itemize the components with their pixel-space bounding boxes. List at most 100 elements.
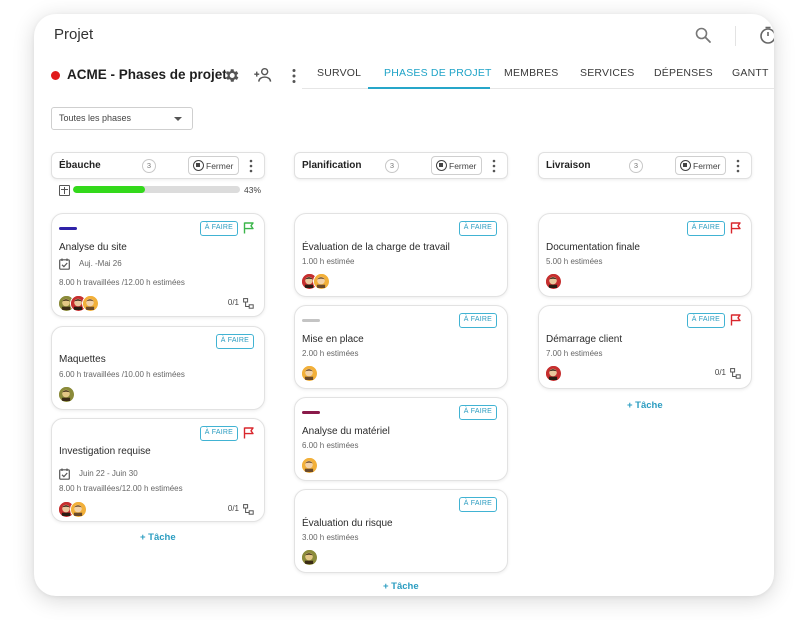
flag-icon[interactable] (730, 314, 741, 326)
task-hours: 6.00 h estimées (302, 441, 359, 450)
calendar-check-icon (59, 258, 70, 270)
task-title[interactable]: Maquettes (59, 354, 106, 365)
close-phase-label: Fermer (206, 161, 234, 171)
task-card[interactable]: À FAIRE Mise en place 2.00 h estimées (294, 305, 508, 389)
task-hours: 6.00 h travaillées /10.00 h estimées (59, 370, 185, 379)
task-card[interactable]: À FAIRE Analyse du matériel 6.00 h estimée… (294, 397, 508, 481)
tab-services[interactable]: SERVICES (580, 67, 635, 79)
tab-depenses[interactable]: DÉPENSES (654, 67, 713, 79)
assignee-avatar[interactable] (545, 365, 562, 382)
flag-icon[interactable] (243, 427, 254, 439)
phase-name: Livraison (546, 160, 591, 171)
close-phase-button[interactable]: Fermer (431, 156, 482, 175)
assignee-avatar[interactable] (301, 549, 318, 566)
task-card[interactable]: À FAIRE Documentation finale 5.00 h estimé… (538, 213, 752, 297)
phase-name: Ébauche (59, 160, 101, 171)
avatar-face-icon (546, 366, 560, 380)
avatar-face-icon (314, 274, 328, 288)
project-status-dot (51, 71, 60, 80)
more-vert-icon[interactable] (735, 159, 741, 173)
active-tab-indicator (368, 87, 490, 89)
task-color-stripe (302, 411, 320, 414)
task-hours: 8.00 h travaillées /12.00 h estimées (59, 278, 185, 287)
add-member-icon[interactable] (253, 66, 273, 84)
avatar-face-icon (83, 296, 97, 310)
assignee-avatar[interactable] (313, 273, 330, 290)
status-badge[interactable]: À FAIRE (199, 221, 238, 236)
close-phase-label: Fermer (449, 161, 477, 171)
more-vert-icon[interactable] (288, 68, 300, 84)
task-hours: 7.00 h estimées (546, 349, 603, 358)
task-card[interactable]: À FAIRE Investigation requise Juin 22 - Ju… (51, 418, 265, 522)
task-hours: 2.00 h estimées (302, 349, 359, 358)
phase-progress-bar (73, 186, 240, 193)
task-card[interactable]: À FAIRE Démarrage client 7.00 h estimées 0/… (538, 305, 752, 389)
task-title[interactable]: Analyse du site (59, 242, 127, 253)
close-phase-label: Fermer (693, 161, 721, 171)
task-card[interactable]: À FAIRE Évaluation de la charge de travai… (294, 213, 508, 297)
toolbar-divider (735, 26, 736, 46)
subtask-tree-icon (243, 504, 254, 515)
task-hours: 1.00 h estimée (302, 257, 355, 266)
close-phase-button[interactable]: Fermer (188, 156, 239, 175)
status-badge[interactable]: À FAIRE (199, 426, 238, 441)
status-badge[interactable]: À FAIRE (215, 334, 254, 349)
more-vert-icon[interactable] (248, 159, 254, 173)
task-color-stripe (59, 227, 77, 230)
add-task-button[interactable]: + Tâche (383, 581, 419, 592)
stop-icon (436, 160, 447, 171)
assignee-avatar[interactable] (301, 365, 318, 382)
avatar-face-icon (59, 387, 73, 401)
tab-phases-de-projet[interactable]: PHASES DE PROJET (384, 67, 492, 79)
app-window: Projet ACME - Phases de projet SURVOL PH… (34, 14, 774, 596)
subtask-count: 0/1 (714, 368, 726, 377)
task-hours: 8.00 h travaillées/12.00 h estimées (59, 484, 183, 493)
tab-membres[interactable]: MEMBRES (504, 67, 559, 79)
task-color-stripe (302, 319, 320, 322)
timer-icon[interactable] (758, 25, 774, 45)
assignee-avatar[interactable] (545, 273, 562, 290)
phase-filter-select[interactable]: Toutes les phases (51, 107, 193, 130)
add-task-button[interactable]: + Tâche (140, 532, 176, 543)
more-vert-icon[interactable] (491, 159, 497, 173)
subtask-count: 0/1 (227, 504, 239, 513)
subtask-tree-icon (243, 298, 254, 309)
phase-filter-value: Toutes les phases (59, 113, 132, 123)
status-badge[interactable]: À FAIRE (458, 313, 497, 328)
task-card[interactable]: À FAIRE Maquettes 6.00 h travaillées /10.0… (51, 326, 265, 410)
add-task-button[interactable]: + Tâche (627, 400, 663, 411)
task-title[interactable]: Investigation requise (59, 446, 151, 457)
status-badge[interactable]: À FAIRE (686, 221, 725, 236)
close-phase-button[interactable]: Fermer (675, 156, 726, 175)
flag-icon[interactable] (243, 222, 254, 234)
avatar-face-icon (302, 366, 316, 380)
flag-icon[interactable] (730, 222, 741, 234)
settings-gear-icon[interactable] (223, 67, 240, 84)
search-icon[interactable] (694, 26, 712, 44)
avatar-face-icon (302, 550, 316, 564)
task-card[interactable]: À FAIRE Évaluation du risque 3.00 h estimé… (294, 489, 508, 573)
task-card[interactable]: À FAIRE Analyse du site Auj. -Mai 26 8.00 h… (51, 213, 265, 317)
task-title[interactable]: Mise en place (302, 334, 364, 345)
phase-column-header: Livraison 3 Fermer (538, 152, 752, 179)
assignee-avatar[interactable] (301, 457, 318, 474)
status-badge[interactable]: À FAIRE (686, 313, 725, 328)
assignee-avatar[interactable] (58, 386, 75, 403)
phase-progress-label: 43% (244, 185, 262, 195)
task-date-range: Auj. -Mai 26 (79, 259, 122, 268)
status-badge[interactable]: À FAIRE (458, 221, 497, 236)
status-badge[interactable]: À FAIRE (458, 405, 497, 420)
tab-gantt[interactable]: GANTT (732, 67, 769, 79)
assignee-avatar[interactable] (82, 295, 99, 312)
task-title[interactable]: Évaluation du risque (302, 518, 393, 529)
task-title[interactable]: Évaluation de la charge de travail (302, 242, 450, 253)
calendar-check-icon (59, 468, 70, 480)
avatar-face-icon (302, 458, 316, 472)
assignee-avatar[interactable] (70, 501, 87, 518)
tab-survol[interactable]: SURVOL (317, 67, 361, 79)
task-title[interactable]: Analyse du matériel (302, 426, 390, 437)
task-title[interactable]: Démarrage client (546, 334, 622, 345)
phase-progress-fill (73, 186, 145, 193)
status-badge[interactable]: À FAIRE (458, 497, 497, 512)
task-title[interactable]: Documentation finale (546, 242, 640, 253)
